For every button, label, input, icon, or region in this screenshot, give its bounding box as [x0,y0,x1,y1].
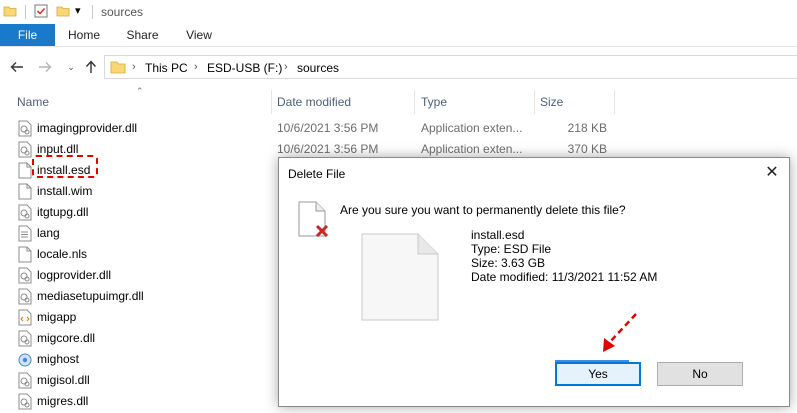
recent-locations-icon[interactable]: ⌄ [63,59,79,75]
customize-dropdown-icon[interactable]: ▾ [75,4,81,18]
xml-file-icon [18,309,32,326]
properties-check-icon[interactable] [34,4,48,21]
ribbon-tabs: File Home Share View [0,24,797,47]
dll-icon [18,267,32,284]
large-file-icon [361,233,439,324]
file-type: Application exten... [421,142,523,156]
back-arrow-icon[interactable] [9,59,25,75]
dialog-question: Are you sure you want to permanently del… [340,203,626,217]
tab-view[interactable]: View [174,24,224,46]
tab-share[interactable]: Share [115,24,170,46]
chevron-right-icon: › [194,61,198,73]
forward-arrow-icon[interactable] [37,59,53,75]
column-header-size[interactable]: Size [540,90,563,114]
text-file-icon [18,225,32,242]
file-name: mediasetupuimgr.dll [37,289,144,303]
column-header-date[interactable]: Date modified [277,90,351,114]
file-name: locale.nls [37,247,88,261]
file-info-type: Type: ESD File [471,242,552,256]
breadcrumb-sources[interactable]: sources [297,61,339,75]
file-info: install.esd Type: ESD File Size: 3.63 GB… [471,228,657,284]
annotation-arrow-icon [603,313,637,352]
close-icon[interactable]: ✕ [763,164,781,182]
file-date: 10/6/2021 3:56 PM [277,121,379,135]
folder-icon [3,4,17,21]
file-info-size: Size: 3.63 GB [471,256,546,270]
delete-file-dialog: Delete File ✕ Are you sure you want to p… [278,157,790,407]
breadcrumb-drive[interactable]: ESD-USB (F:) [207,61,282,75]
app-icon [18,351,32,368]
address-bar[interactable]: › This PC › ESD-USB (F:) › sources [104,55,797,79]
file-info-name: install.esd [471,228,525,242]
file-name: migcore.dll [37,331,96,345]
annotation-highlight-box [32,155,98,178]
folder-icon [110,59,126,78]
dll-icon [18,204,32,221]
dll-icon [18,120,32,137]
column-header-type[interactable]: Type [421,90,447,114]
delete-file-icon [297,200,331,243]
file-name: logprovider.dll [37,268,112,282]
dll-icon [18,141,32,158]
file-name: lang [37,226,60,240]
dll-icon [18,330,32,347]
up-arrow-icon[interactable] [83,59,99,75]
file-name: mighost [37,352,80,366]
file-size: 218 KB [567,121,607,135]
file-name: migisol.dll [37,373,90,387]
tab-file[interactable]: File [0,24,55,46]
file-name: migres.dll [37,394,89,408]
file-row[interactable]: imagingprovider.dll 10/6/2021 3:56 PM Appl… [0,118,797,139]
file-name: itgtupg.dll [37,205,89,219]
file-info-date: Date modified: 11/3/2021 11:52 AM [471,270,658,284]
chevron-right-icon: › [132,61,136,73]
file-name: imagingprovider.dll [37,121,138,135]
file-name: input.dll [37,142,79,156]
breadcrumb-this-pc[interactable]: This PC [145,61,188,75]
file-size: 370 KB [567,142,607,156]
file-name: migapp [37,310,77,324]
sort-ascending-icon: ⌃ [136,86,144,96]
dll-icon [18,393,32,410]
file-name: install.wim [37,184,93,198]
blank-file-icon [18,183,32,200]
new-folder-icon[interactable] [56,4,70,21]
title-bar: ▾ sources [0,0,797,24]
chevron-right-icon: › [284,61,288,73]
blank-file-icon [18,246,32,263]
dialog-title: Delete File [288,167,346,181]
dll-icon [18,288,32,305]
yes-button[interactable]: Yes [555,362,641,386]
no-button[interactable]: No [657,362,743,386]
tab-home[interactable]: Home [57,24,111,46]
dll-icon [18,372,32,389]
blank-file-icon [18,162,32,179]
window-title: sources [101,5,144,19]
file-date: 10/6/2021 3:56 PM [277,142,379,156]
file-type: Application exten... [421,121,523,135]
column-header-name[interactable]: Name [17,90,49,114]
